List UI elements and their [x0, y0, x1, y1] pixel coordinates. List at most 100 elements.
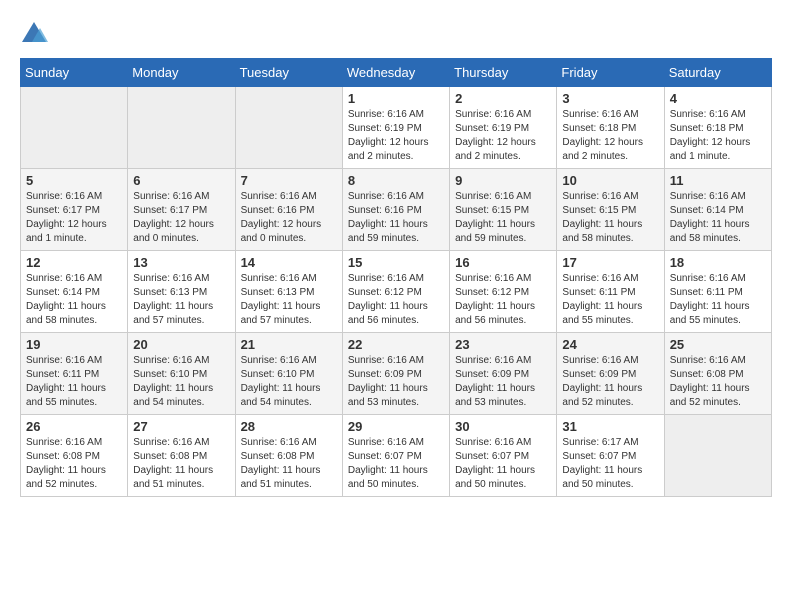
day-number: 2 — [455, 91, 551, 106]
day-number: 31 — [562, 419, 658, 434]
day-number: 24 — [562, 337, 658, 352]
day-info: Sunrise: 6:16 AMSunset: 6:18 PMDaylight:… — [670, 108, 766, 164]
col-header-saturday: Saturday — [664, 59, 771, 87]
day-cell — [128, 87, 235, 169]
day-number: 16 — [455, 255, 551, 270]
day-cell: 27Sunrise: 6:16 AMSunset: 6:08 PMDayligh… — [128, 415, 235, 497]
day-cell: 24 Sunrise: 6:16 AMSunset: 6:09 PMDayligh… — [557, 333, 664, 415]
day-number: 20 — [133, 337, 229, 352]
day-number: 1 — [348, 91, 444, 106]
day-cell: 20 Sunrise: 6:16 AMSunset: 6:10 PMDayligh… — [128, 333, 235, 415]
day-number: 30 — [455, 419, 551, 434]
day-number: 17 — [562, 255, 658, 270]
logo-icon — [20, 20, 48, 48]
day-info: Sunrise: 6:16 AMSunset: 6:08 PMDaylight:… — [241, 436, 337, 492]
day-cell: 21 Sunrise: 6:16 AMSunset: 6:10 PMDayligh… — [235, 333, 342, 415]
day-number: 28 — [241, 419, 337, 434]
day-info: Sunrise: 6:16 AMSunset: 6:16 PMDaylight:… — [241, 190, 337, 246]
day-cell: 11Sunrise: 6:16 AMSunset: 6:14 PMDayligh… — [664, 169, 771, 251]
day-cell: 17Sunrise: 6:16 AMSunset: 6:11 PMDayligh… — [557, 251, 664, 333]
day-cell: 16 Sunrise: 6:16 AMSunset: 6:12 PMDayligh… — [450, 251, 557, 333]
day-number: 22 — [348, 337, 444, 352]
day-info: Sunrise: 6:16 AMSunset: 6:12 PMDaylight:… — [348, 272, 444, 328]
logo — [20, 20, 54, 48]
col-header-thursday: Thursday — [450, 59, 557, 87]
week-row-1: 1 Sunrise: 6:16 AMSunset: 6:19 PMDaylight… — [21, 87, 772, 169]
day-info: Sunrise: 6:16 AMSunset: 6:08 PMDaylight:… — [670, 354, 766, 410]
header-row: SundayMondayTuesdayWednesdayThursdayFrid… — [21, 59, 772, 87]
page-header — [20, 20, 772, 48]
day-info: Sunrise: 6:16 AMSunset: 6:17 PMDaylight:… — [133, 190, 229, 246]
day-cell — [664, 415, 771, 497]
week-row-3: 12Sunrise: 6:16 AMSunset: 6:14 PMDayligh… — [21, 251, 772, 333]
day-info: Sunrise: 6:16 AMSunset: 6:14 PMDaylight:… — [26, 272, 122, 328]
day-number: 8 — [348, 173, 444, 188]
day-info: Sunrise: 6:16 AMSunset: 6:17 PMDaylight:… — [26, 190, 122, 246]
day-info: Sunrise: 6:16 AMSunset: 6:11 PMDaylight:… — [26, 354, 122, 410]
day-cell: 26 Sunrise: 6:16 AMSunset: 6:08 PMDayligh… — [21, 415, 128, 497]
day-cell: 7 Sunrise: 6:16 AMSunset: 6:16 PMDaylight… — [235, 169, 342, 251]
day-info: Sunrise: 6:16 AMSunset: 6:07 PMDaylight:… — [455, 436, 551, 492]
day-number: 18 — [670, 255, 766, 270]
day-cell: 19 Sunrise: 6:16 AMSunset: 6:11 PMDayligh… — [21, 333, 128, 415]
day-number: 19 — [26, 337, 122, 352]
day-number: 29 — [348, 419, 444, 434]
calendar-table: SundayMondayTuesdayWednesdayThursdayFrid… — [20, 58, 772, 497]
day-cell: 14Sunrise: 6:16 AMSunset: 6:13 PMDayligh… — [235, 251, 342, 333]
col-header-monday: Monday — [128, 59, 235, 87]
day-cell: 12Sunrise: 6:16 AMSunset: 6:14 PMDayligh… — [21, 251, 128, 333]
day-cell: 22 Sunrise: 6:16 AMSunset: 6:09 PMDayligh… — [342, 333, 449, 415]
day-number: 7 — [241, 173, 337, 188]
day-info: Sunrise: 6:16 AMSunset: 6:10 PMDaylight:… — [241, 354, 337, 410]
day-info: Sunrise: 6:16 AMSunset: 6:15 PMDaylight:… — [455, 190, 551, 246]
day-info: Sunrise: 6:16 AMSunset: 6:15 PMDaylight:… — [562, 190, 658, 246]
day-cell: 15 Sunrise: 6:16 AMSunset: 6:12 PMDayligh… — [342, 251, 449, 333]
day-number: 13 — [133, 255, 229, 270]
day-info: Sunrise: 6:16 AMSunset: 6:16 PMDaylight:… — [348, 190, 444, 246]
day-number: 25 — [670, 337, 766, 352]
week-row-5: 26 Sunrise: 6:16 AMSunset: 6:08 PMDayligh… — [21, 415, 772, 497]
day-number: 6 — [133, 173, 229, 188]
day-number: 5 — [26, 173, 122, 188]
day-info: Sunrise: 6:17 AMSunset: 6:07 PMDaylight:… — [562, 436, 658, 492]
day-info: Sunrise: 6:16 AMSunset: 6:19 PMDaylight:… — [455, 108, 551, 164]
week-row-2: 5 Sunrise: 6:16 AMSunset: 6:17 PMDaylight… — [21, 169, 772, 251]
day-info: Sunrise: 6:16 AMSunset: 6:12 PMDaylight:… — [455, 272, 551, 328]
day-number: 10 — [562, 173, 658, 188]
day-number: 9 — [455, 173, 551, 188]
day-info: Sunrise: 6:16 AMSunset: 6:10 PMDaylight:… — [133, 354, 229, 410]
day-cell: 31 Sunrise: 6:17 AMSunset: 6:07 PMDayligh… — [557, 415, 664, 497]
day-cell: 18 Sunrise: 6:16 AMSunset: 6:11 PMDayligh… — [664, 251, 771, 333]
col-header-friday: Friday — [557, 59, 664, 87]
day-number: 21 — [241, 337, 337, 352]
day-cell: 2 Sunrise: 6:16 AMSunset: 6:19 PMDaylight… — [450, 87, 557, 169]
day-info: Sunrise: 6:16 AMSunset: 6:07 PMDaylight:… — [348, 436, 444, 492]
day-info: Sunrise: 6:16 AMSunset: 6:19 PMDaylight:… — [348, 108, 444, 164]
day-info: Sunrise: 6:16 AMSunset: 6:09 PMDaylight:… — [562, 354, 658, 410]
day-info: Sunrise: 6:16 AMSunset: 6:08 PMDaylight:… — [133, 436, 229, 492]
col-header-wednesday: Wednesday — [342, 59, 449, 87]
day-info: Sunrise: 6:16 AMSunset: 6:08 PMDaylight:… — [26, 436, 122, 492]
day-info: Sunrise: 6:16 AMSunset: 6:11 PMDaylight:… — [670, 272, 766, 328]
day-cell: 3Sunrise: 6:16 AMSunset: 6:18 PMDaylight… — [557, 87, 664, 169]
day-info: Sunrise: 6:16 AMSunset: 6:18 PMDaylight:… — [562, 108, 658, 164]
day-number: 23 — [455, 337, 551, 352]
day-cell: 5 Sunrise: 6:16 AMSunset: 6:17 PMDaylight… — [21, 169, 128, 251]
day-info: Sunrise: 6:16 AMSunset: 6:09 PMDaylight:… — [455, 354, 551, 410]
col-header-tuesday: Tuesday — [235, 59, 342, 87]
day-cell: 25 Sunrise: 6:16 AMSunset: 6:08 PMDayligh… — [664, 333, 771, 415]
day-number: 4 — [670, 91, 766, 106]
day-info: Sunrise: 6:16 AMSunset: 6:13 PMDaylight:… — [133, 272, 229, 328]
week-row-4: 19 Sunrise: 6:16 AMSunset: 6:11 PMDayligh… — [21, 333, 772, 415]
day-number: 15 — [348, 255, 444, 270]
day-number: 26 — [26, 419, 122, 434]
day-cell — [235, 87, 342, 169]
day-cell: 10 Sunrise: 6:16 AMSunset: 6:15 PMDayligh… — [557, 169, 664, 251]
day-info: Sunrise: 6:16 AMSunset: 6:09 PMDaylight:… — [348, 354, 444, 410]
day-info: Sunrise: 6:16 AMSunset: 6:13 PMDaylight:… — [241, 272, 337, 328]
day-cell: 23 Sunrise: 6:16 AMSunset: 6:09 PMDayligh… — [450, 333, 557, 415]
col-header-sunday: Sunday — [21, 59, 128, 87]
day-cell: 8 Sunrise: 6:16 AMSunset: 6:16 PMDaylight… — [342, 169, 449, 251]
day-cell: 13 Sunrise: 6:16 AMSunset: 6:13 PMDayligh… — [128, 251, 235, 333]
day-cell: 28 Sunrise: 6:16 AMSunset: 6:08 PMDayligh… — [235, 415, 342, 497]
